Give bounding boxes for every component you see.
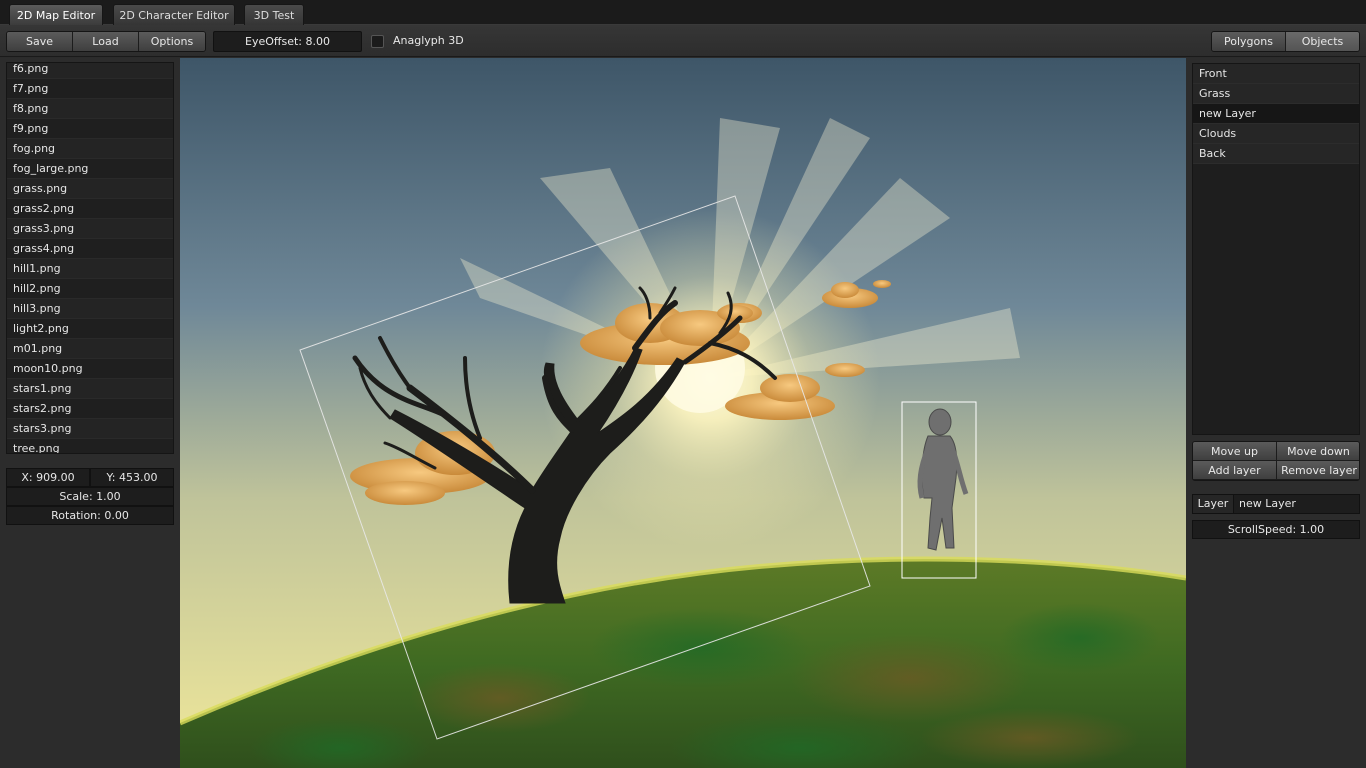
file-list-item[interactable]: stars3.png — [7, 419, 173, 439]
file-list-item[interactable]: stars1.png — [7, 379, 173, 399]
tab-2d-map-editor[interactable]: 2D Map Editor — [9, 4, 103, 25]
tab-2d-character-editor[interactable]: 2D Character Editor — [113, 4, 235, 25]
file-list-item[interactable]: moon10.png — [7, 359, 173, 379]
file-list-item[interactable]: grass.png — [7, 179, 173, 199]
file-list[interactable]: f6.png f7.png f8.png f9.png fog.png fog_large… — [6, 62, 174, 454]
file-list-item[interactable]: grass4.png — [7, 239, 173, 259]
scene-canvas[interactable] — [180, 58, 1186, 768]
objects-button[interactable]: Objects — [1286, 32, 1359, 51]
save-button[interactable]: Save — [7, 32, 73, 51]
layer-buttons: Move up Move down Add layer Remove layer — [1192, 441, 1360, 481]
layer-item[interactable]: Back — [1193, 144, 1359, 164]
move-up-button[interactable]: Move up — [1193, 442, 1277, 461]
file-list-item[interactable]: hill2.png — [7, 279, 173, 299]
right-panel: Front Grass new Layer Clouds Back Move up Mo… — [1186, 58, 1366, 768]
load-button[interactable]: Load — [73, 32, 139, 51]
tab-bar: 2D Map Editor 2D Character Editor 3D Tes… — [0, 0, 1366, 25]
file-list-item[interactable]: stars2.png — [7, 399, 173, 419]
file-list-item[interactable]: m01.png — [7, 339, 173, 359]
left-panel: f6.png f7.png f8.png f9.png fog.png fog_large… — [0, 58, 180, 768]
layer-item[interactable]: new Layer — [1193, 104, 1359, 124]
file-list-item[interactable]: hill3.png — [7, 299, 173, 319]
file-list-item[interactable]: light2.png — [7, 319, 173, 339]
anaglyph-label: Anaglyph 3D — [393, 34, 464, 47]
tab-3d-test[interactable]: 3D Test — [244, 4, 304, 25]
file-list-item[interactable]: fog.png — [7, 139, 173, 159]
anaglyph-checkbox[interactable] — [371, 35, 384, 48]
polygons-button[interactable]: Polygons — [1212, 32, 1286, 51]
layer-item[interactable]: Front — [1193, 64, 1359, 84]
toolbar: Save Load Options EyeOffset: 8.00 Anagly… — [0, 25, 1366, 57]
layer-item[interactable]: Clouds — [1193, 124, 1359, 144]
add-layer-button[interactable]: Add layer — [1193, 461, 1277, 480]
scroll-speed-field[interactable]: ScrollSpeed: 1.00 — [1192, 520, 1360, 539]
file-list-item[interactable]: f9.png — [7, 119, 173, 139]
layer-properties: Layer new Layer ScrollSpeed: 1.00 — [1192, 494, 1360, 539]
file-list-item[interactable]: tree.png — [7, 439, 173, 453]
layer-name-label: Layer — [1192, 494, 1234, 514]
x-field[interactable]: X: 909.00 — [6, 468, 90, 487]
scale-field[interactable]: Scale: 1.00 — [6, 487, 174, 506]
file-list-item[interactable]: fog_large.png — [7, 159, 173, 179]
move-down-button[interactable]: Move down — [1277, 442, 1359, 461]
rotation-field[interactable]: Rotation: 0.00 — [6, 506, 174, 525]
options-button[interactable]: Options — [139, 32, 205, 51]
layer-list[interactable]: Front Grass new Layer Clouds Back — [1192, 63, 1360, 435]
file-list-item[interactable]: f8.png — [7, 99, 173, 119]
layer-name-input[interactable]: new Layer — [1234, 494, 1360, 514]
file-list-item[interactable]: grass3.png — [7, 219, 173, 239]
file-button-group: Save Load Options — [6, 31, 206, 52]
map-viewport[interactable] — [180, 58, 1186, 768]
layer-item[interactable]: Grass — [1193, 84, 1359, 104]
transform-panel: X: 909.00 Y: 453.00 Scale: 1.00 Rotation… — [6, 468, 174, 525]
file-list-rows: f6.png f7.png f8.png f9.png fog.png fog_large… — [7, 63, 173, 453]
eye-offset-field[interactable]: EyeOffset: 8.00 — [213, 31, 362, 52]
file-list-item[interactable]: grass2.png — [7, 199, 173, 219]
mode-button-group: Polygons Objects — [1211, 31, 1360, 52]
y-field[interactable]: Y: 453.00 — [90, 468, 174, 487]
remove-layer-button[interactable]: Remove layer — [1277, 461, 1359, 480]
file-list-item[interactable]: hill1.png — [7, 259, 173, 279]
file-list-item[interactable]: f6.png — [7, 63, 173, 79]
file-list-item[interactable]: f7.png — [7, 79, 173, 99]
